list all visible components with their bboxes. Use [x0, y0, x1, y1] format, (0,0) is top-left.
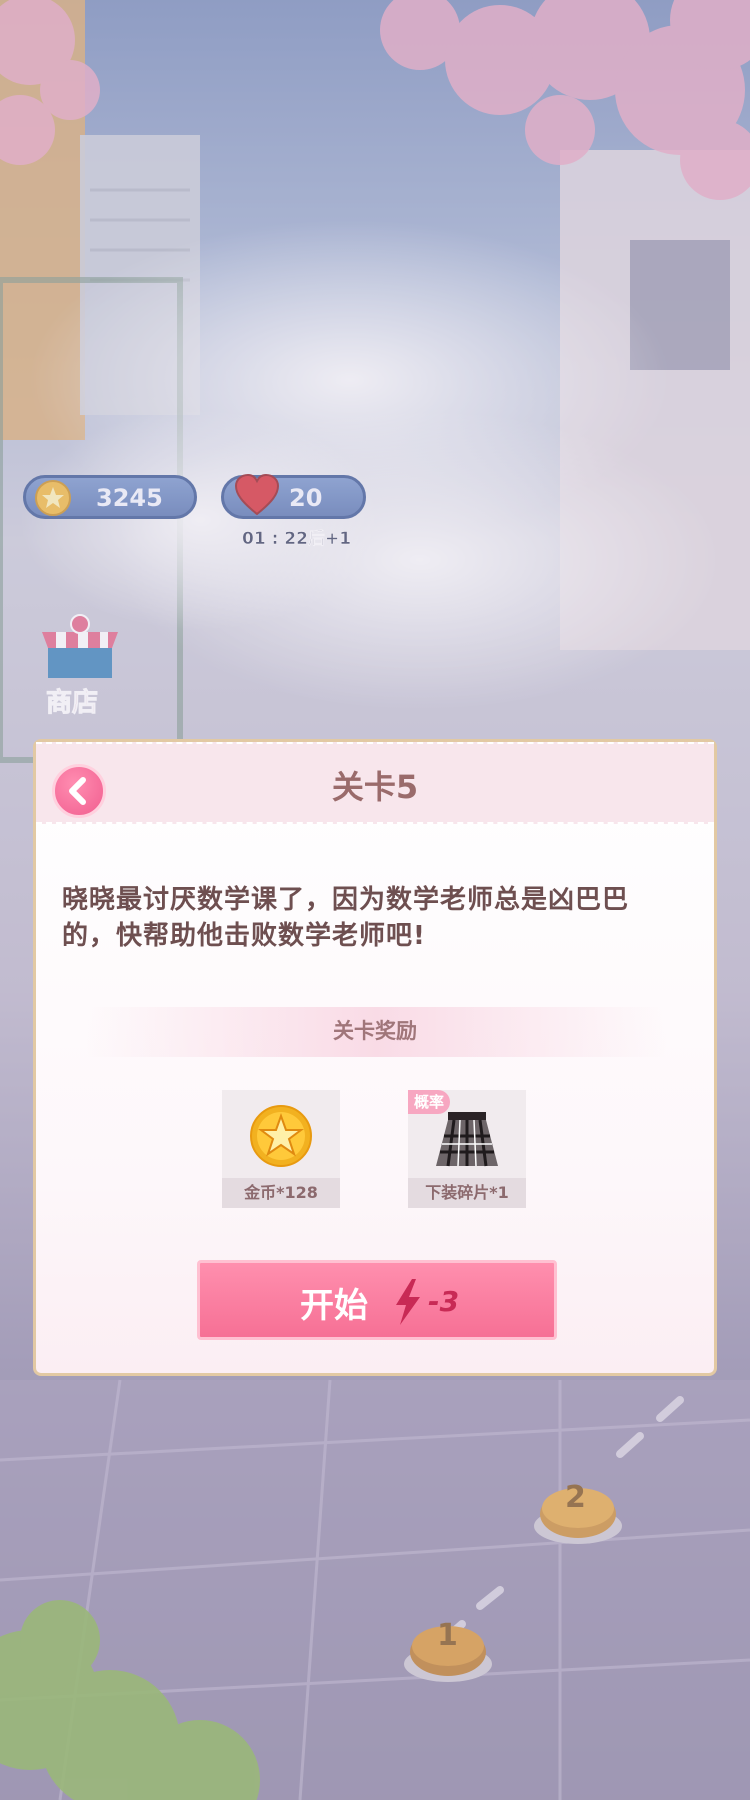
level-story-text: 晓晓最讨厌数学课了，因为数学老师总是凶巴巴的，快帮助他击败数学老师吧! — [62, 885, 630, 951]
energy-cost: -3 — [428, 1285, 460, 1318]
reward-card-coins[interactable]: 金币*128 — [222, 1090, 340, 1208]
level-title: 关卡5 — [331, 768, 419, 806]
reward-title: 关卡奖励 — [333, 1019, 417, 1043]
dialog-header: 关卡5 — [36, 742, 714, 824]
reward-coins-label: 金币*128 — [222, 1178, 340, 1208]
start-button-label: 开始 — [300, 1286, 368, 1326]
probability-tag: 概率 — [408, 1090, 451, 1114]
gold-star-coin-icon — [250, 1105, 312, 1167]
start-button[interactable]: 开始 -3 — [197, 1260, 557, 1340]
plaid-skirt-icon — [436, 1112, 498, 1167]
lightning-bolt-icon — [396, 1279, 420, 1325]
level-dialog: 关卡5 晓晓最讨厌数学课了，因为数学老师总是凶巴巴的，快帮助他击败数学老师吧! … — [33, 739, 717, 1376]
reward-card-skirt[interactable]: 概率 下装碎片*1 — [408, 1090, 526, 1208]
reward-skirt-label: 下装碎片*1 — [408, 1178, 526, 1208]
